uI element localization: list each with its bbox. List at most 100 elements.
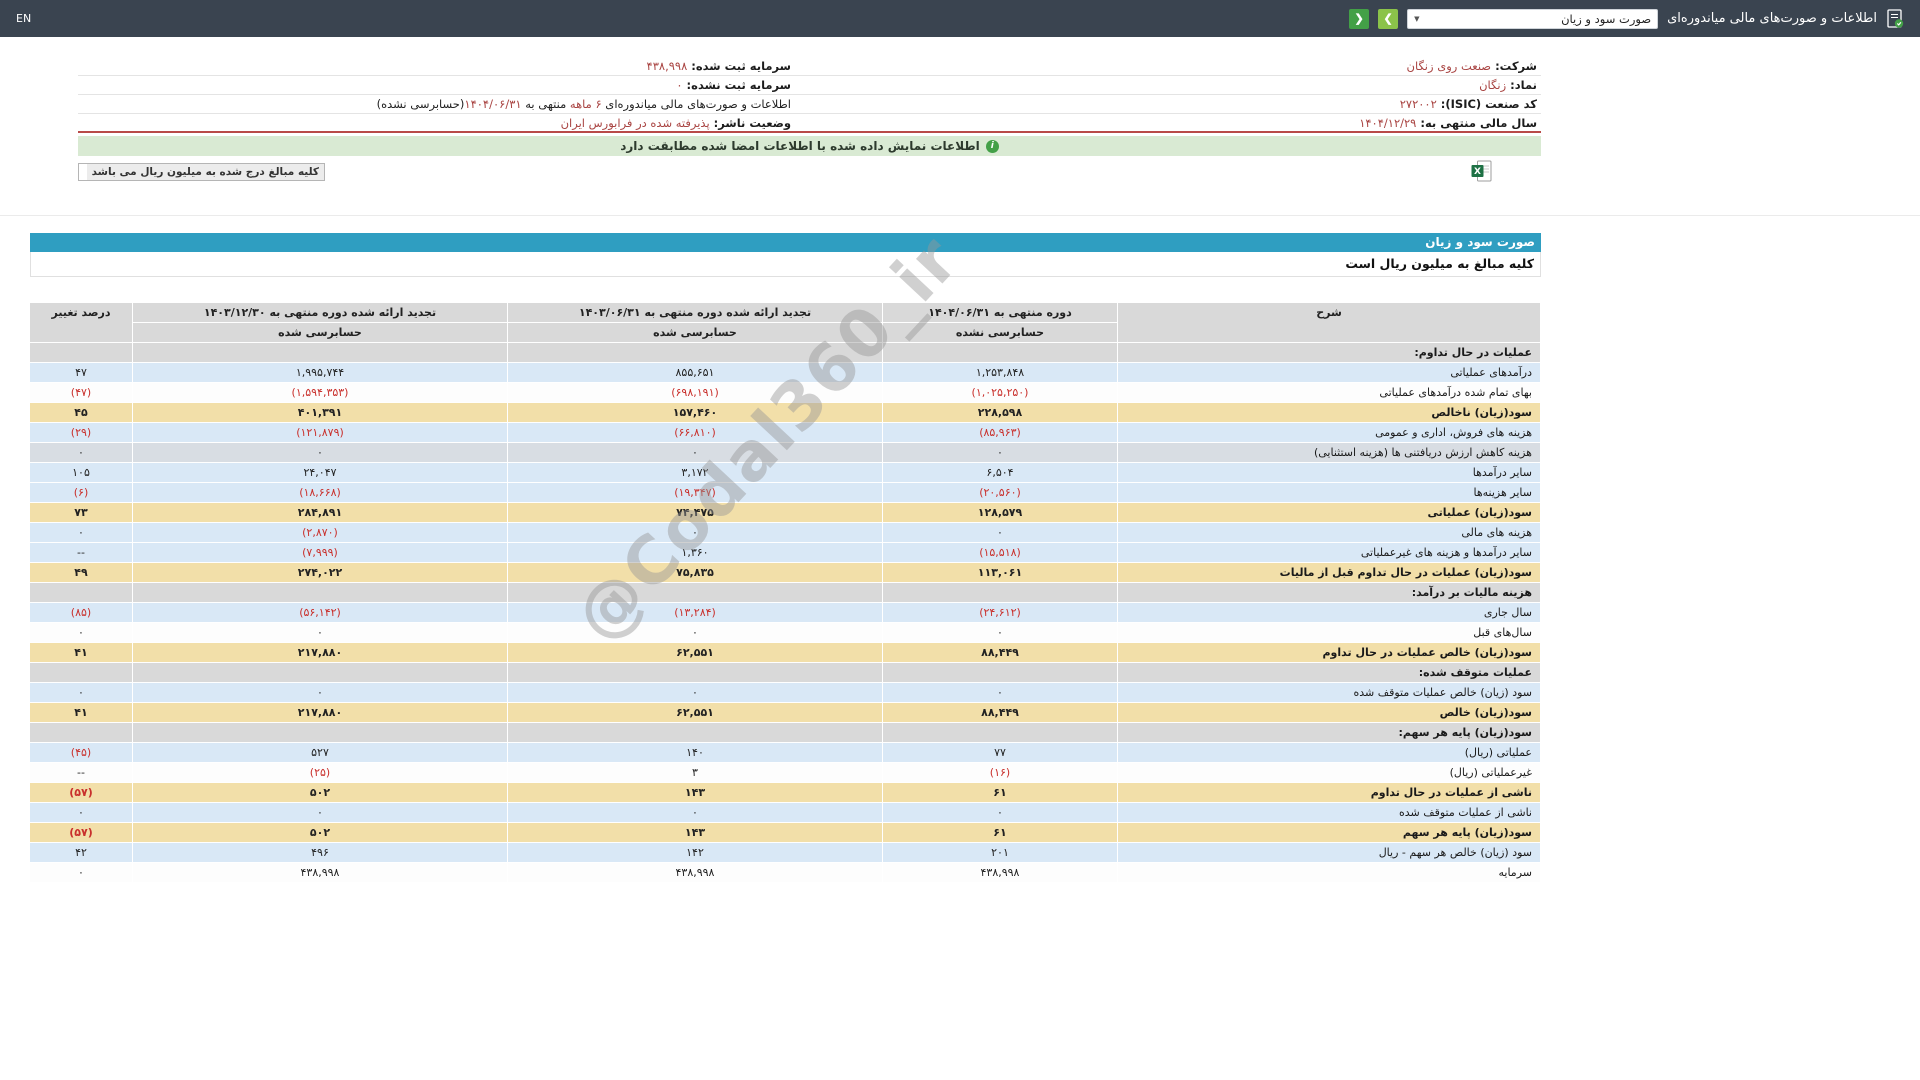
row-value-restated-mid: (۱۹,۳۴۷)	[507, 482, 883, 503]
company-info-panel: شرکت: صنعت روی زنگان سرمایه ثبت شده: ۴۳۸,…	[78, 57, 1541, 133]
row-percent-change: ۰	[29, 442, 133, 463]
row-label: درآمدهای عملیاتی	[1117, 362, 1541, 383]
statement-row: غیرعملیاتی (ریال) (۱۶) ۳ (۲۵) --	[29, 762, 1541, 783]
chevron-right-icon: ❯	[1383, 13, 1393, 25]
report-icon	[1886, 8, 1904, 29]
row-value-current: ۸۸,۴۴۹	[882, 642, 1118, 663]
row-label: هزینه کاهش ارزش دریافتنی ها (هزینه استثن…	[1117, 442, 1541, 463]
chevron-left-icon: ❮	[1354, 13, 1364, 25]
row-value-current: ۰	[882, 682, 1118, 703]
row-percent-change: ۴۱	[29, 642, 133, 663]
row-percent-change: ۰	[29, 802, 133, 823]
row-label: سود(زیان) خالص	[1117, 702, 1541, 723]
statement-row: عملیاتی (ریال) ۷۷ ۱۴۰ ۵۲۷ (۴۵)	[29, 742, 1541, 763]
row-label: سود (زیان) خالص هر سهم - ریال	[1117, 842, 1541, 863]
statement-title-bar: صورت سود و زیان	[30, 233, 1541, 252]
row-percent-change: (۶)	[29, 482, 133, 503]
row-label: سال جاری	[1117, 602, 1541, 623]
row-value-restated-mid: ۳	[507, 762, 883, 783]
row-value-restated-mid: ۱۵۷,۴۶۰	[507, 402, 883, 423]
statement-row: سال جاری (۲۴,۶۱۲) (۱۳,۲۸۴) (۵۶,۱۴۲) (۸۵)	[29, 602, 1541, 623]
column-header-percent-change: درصد تغییر	[29, 302, 133, 343]
company-info-cell: وضعیت ناشر: پذیرفته شده در فرابورس ایران	[560, 116, 791, 130]
header-row-periods: شرح دوره منتهی به ۱۴۰۴/۰۶/۳۱ تجدید ارائه…	[29, 302, 1541, 343]
company-info-cell: نماد: زنگان	[1479, 78, 1537, 92]
row-value-restated-mid: ۰	[507, 522, 883, 543]
info-icon: i	[985, 139, 999, 153]
row-percent-change	[29, 662, 133, 683]
row-value-restated-annual: ۰	[132, 802, 508, 823]
signature-match-banner: i اطلاعات نمایش داده شده با اطلاعات امضا…	[78, 136, 1541, 156]
column-header-description: شرح	[1117, 302, 1541, 343]
language-toggle-en[interactable]: EN	[16, 12, 31, 25]
row-value-restated-annual: (۱۸,۶۶۸)	[132, 482, 508, 503]
row-value-restated-annual: ۴۰۱,۳۹۱	[132, 402, 508, 423]
row-label: بهای تمام شده درآمدهای عملیاتی	[1117, 382, 1541, 403]
row-percent-change: (۴۵)	[29, 742, 133, 763]
row-value-current: ۰	[882, 522, 1118, 543]
company-info-row: کد صنعت (ISIC): ۲۷۲۰۰۲ اطلاعات و صورت‌های…	[78, 95, 1541, 114]
subheader-audited-2: حسابرسی شده	[132, 322, 508, 343]
row-value-current: (۱,۰۲۵,۲۵۰)	[882, 382, 1118, 403]
row-value-restated-mid: ۶۲,۵۵۱	[507, 702, 883, 723]
row-label: سود (زیان) خالص عملیات متوقف شده	[1117, 682, 1541, 703]
company-info-cell: سال مالی منتهی به: ۱۴۰۴/۱۲/۲۹	[1359, 116, 1537, 130]
row-value-current: ۱۲۸,۵۷۹	[882, 502, 1118, 523]
row-label: سایر هزینه‌ها	[1117, 482, 1541, 503]
company-info-row: سال مالی منتهی به: ۱۴۰۴/۱۲/۲۹ وضعیت ناشر:…	[78, 114, 1541, 133]
statement-row: سود (زیان) خالص هر سهم - ریال ۲۰۱ ۱۴۲ ۴۹۶ ۴۲	[29, 842, 1541, 863]
table-header: شرح دوره منتهی به ۱۴۰۴/۰۶/۳۱ تجدید ارائه…	[29, 302, 1541, 343]
row-label: سود(زیان) عملیاتی	[1117, 502, 1541, 523]
subheader-unaudited: حسابرسی نشده	[882, 322, 1118, 343]
statement-row: سود(زیان) خالص ۸۸,۴۴۹ ۶۲,۵۵۱ ۲۱۷,۸۸۰ ۴۱	[29, 702, 1541, 723]
row-value-current: (۸۵,۹۶۳)	[882, 422, 1118, 443]
row-percent-change: --	[29, 542, 133, 563]
row-value-current	[882, 722, 1118, 743]
row-label: عملیاتی (ریال)	[1117, 742, 1541, 763]
statement-section-row: عملیات در حال تداوم:	[29, 342, 1541, 363]
row-percent-change: ۴۵	[29, 402, 133, 423]
row-label: هزینه های فروش، اداری و عمومی	[1117, 422, 1541, 443]
row-value-current: (۱۶)	[882, 762, 1118, 783]
statement-row: سال‌های قبل ۰ ۰ ۰ ۰	[29, 622, 1541, 643]
report-type-select[interactable]: صورت سود و زیان ▼	[1407, 8, 1659, 29]
row-percent-change: ۴۷	[29, 362, 133, 383]
row-value-current: ۱۱۳,۰۶۱	[882, 562, 1118, 583]
row-value-restated-annual: ۵۰۲	[132, 782, 508, 803]
row-percent-change: --	[29, 762, 133, 783]
excel-export-button[interactable]: X	[1471, 160, 1492, 182]
row-label: سود(زیان) ناخالص	[1117, 402, 1541, 423]
row-value-current: (۲۰,۵۶۰)	[882, 482, 1118, 503]
row-value-current: ۸۸,۴۴۹	[882, 702, 1118, 723]
row-percent-change	[29, 582, 133, 603]
banner-text: اطلاعات نمایش داده شده با اطلاعات امضا ش…	[620, 139, 980, 153]
row-value-restated-annual: (۵۶,۱۴۲)	[132, 602, 508, 623]
next-report-button[interactable]: ❯	[1378, 8, 1399, 29]
row-value-restated-mid: (۱۳,۲۸۴)	[507, 602, 883, 623]
row-value-restated-mid: (۶۶,۸۱۰)	[507, 422, 883, 443]
row-label: هزینه های مالی	[1117, 522, 1541, 543]
row-value-current: ۰	[882, 442, 1118, 463]
row-value-restated-mid	[507, 342, 883, 363]
row-value-restated-annual	[132, 722, 508, 743]
row-value-restated-annual: (۲,۸۷۰)	[132, 522, 508, 543]
row-label: سود(زیان) پایه هر سهم:	[1117, 722, 1541, 743]
statement-unit-note: کلیه مبالغ به میلیون ریال است	[30, 252, 1541, 277]
row-label: غیرعملیاتی (ریال)	[1117, 762, 1541, 783]
company-info-cell: سرمایه ثبت نشده: ۰	[676, 78, 791, 92]
table-body: عملیات در حال تداوم: درآمدهای عملیاتی ۱,۲۵…	[29, 342, 1541, 883]
row-label: سال‌های قبل	[1117, 622, 1541, 643]
row-value-restated-annual: ۵۲۷	[132, 742, 508, 763]
row-value-restated-annual: (۱,۵۹۴,۳۵۳)	[132, 382, 508, 403]
row-value-restated-mid: ۶۲,۵۵۱	[507, 642, 883, 663]
row-value-restated-annual: ۰	[132, 622, 508, 643]
row-value-current: (۱۵,۵۱۸)	[882, 542, 1118, 563]
prev-report-button[interactable]: ❮	[1349, 8, 1370, 29]
row-value-restated-mid: ۰	[507, 682, 883, 703]
excel-icon: X	[1471, 160, 1492, 182]
row-value-current	[882, 342, 1118, 363]
unit-note-text: کلیه مبالغ درج شده به میلیون ریال می باش…	[86, 164, 324, 180]
row-value-restated-annual: ۲۷۴,۰۲۲	[132, 562, 508, 583]
row-label: سایر درآمدها	[1117, 462, 1541, 483]
row-value-restated-annual: ۲۸۴,۸۹۱	[132, 502, 508, 523]
